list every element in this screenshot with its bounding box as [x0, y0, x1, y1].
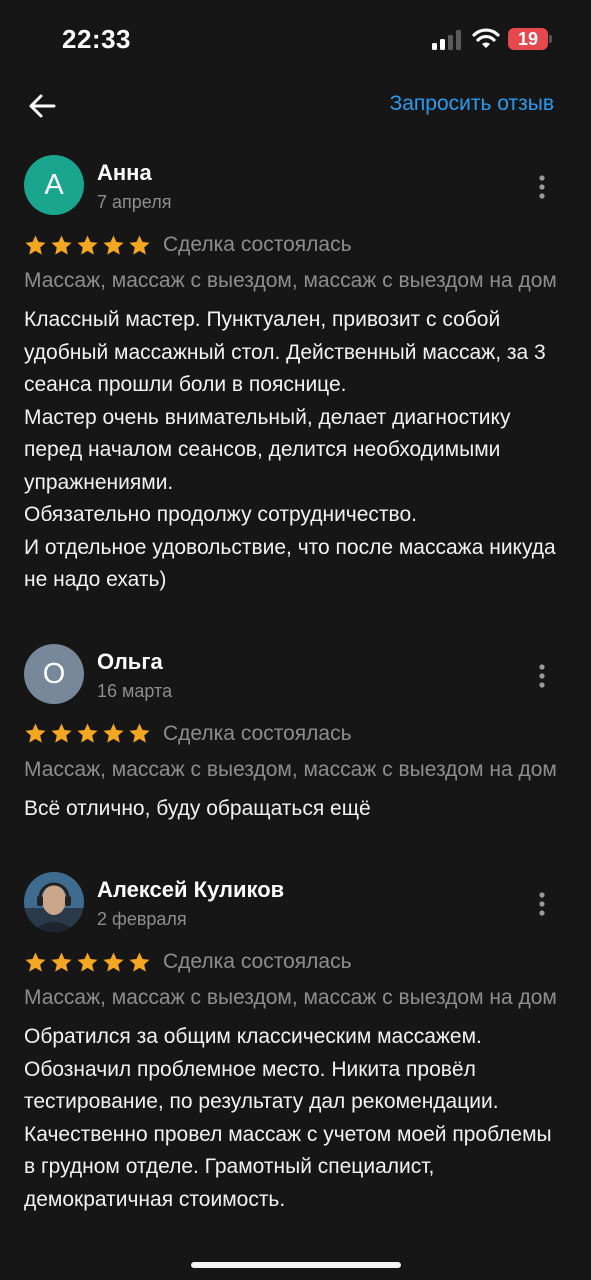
cellular-signal-icon	[432, 30, 461, 50]
rating-row: Сделка состоялась	[24, 719, 567, 749]
review-text: Классный мастер. Пунктуален, привозит с …	[24, 308, 556, 591]
star-icon	[129, 951, 150, 972]
star-icon	[51, 723, 72, 743]
star-rating	[24, 951, 151, 974]
author-name: Анна	[97, 160, 152, 185]
review-card: А Анна 7 апреля Сделка состоялась Массаж…	[0, 150, 591, 597]
person-photo-icon	[24, 872, 84, 932]
star-icon	[77, 723, 98, 743]
star-icon	[129, 723, 150, 743]
top-nav-bar: Запросить отзыв	[0, 80, 591, 134]
review-header: О Ольга 16 марта	[24, 639, 567, 704]
star-icon	[77, 234, 98, 255]
review-card: О Ольга 16 марта Сделка состоялась Масса…	[0, 639, 591, 826]
review-text: Всё отлично, буду обращаться ещё	[24, 796, 371, 820]
star-icon	[25, 723, 46, 743]
deal-status: Сделка состоялась	[163, 233, 352, 256]
more-options-icon[interactable]	[537, 174, 547, 200]
star-icon	[25, 951, 46, 972]
request-review-link[interactable]: Запросить отзыв	[390, 92, 554, 116]
star-icon	[51, 951, 72, 972]
star-icon	[103, 234, 124, 255]
avatar: А	[24, 155, 84, 215]
author-name: Ольга	[97, 648, 163, 674]
review-date: 7 апреля	[97, 192, 172, 212]
avatar: О	[24, 643, 84, 704]
star-icon	[103, 951, 124, 972]
services-list: Массаж, массаж с выездом, массаж с выезд…	[24, 757, 557, 781]
battery-tip	[549, 35, 552, 43]
deal-status: Сделка состоялась	[163, 950, 352, 973]
star-icon	[77, 951, 98, 972]
rating-row: Сделка состоялась	[24, 947, 567, 977]
wifi-icon	[472, 28, 500, 48]
review-date: 16 марта	[97, 680, 173, 701]
battery-level: 19	[508, 28, 548, 50]
services-list: Массаж, массаж с выездом, массаж с выезд…	[24, 986, 557, 1009]
more-options-icon[interactable]	[537, 663, 547, 689]
review-text: Обратился за общим классическим массажем…	[24, 1025, 552, 1211]
star-icon	[129, 234, 150, 255]
star-rating	[24, 234, 151, 257]
services-list: Массаж, массаж с выездом, массаж с выезд…	[24, 269, 557, 292]
deal-status: Сделка состоялась	[163, 721, 352, 745]
star-icon	[25, 234, 46, 255]
avatar-photo	[24, 872, 84, 932]
rating-row: Сделка состоялась	[24, 230, 567, 260]
review-header: А Анна 7 апреля	[24, 150, 567, 215]
star-rating	[24, 722, 151, 745]
star-icon	[103, 723, 124, 743]
star-icon	[51, 234, 72, 255]
home-indicator[interactable]	[191, 1262, 401, 1268]
status-bar: 22:33 19	[0, 0, 591, 80]
review-card: Алексей Куликов 2 февраля Сделка состоял…	[0, 867, 591, 1216]
reviews-list: А Анна 7 апреля Сделка состоялась Массаж…	[0, 150, 591, 1258]
arrow-left-icon[interactable]	[24, 88, 60, 124]
author-name: Алексей Куликов	[97, 877, 285, 902]
review-header: Алексей Куликов 2 февраля	[24, 867, 567, 932]
status-time: 22:33	[62, 24, 131, 54]
review-date: 2 февраля	[97, 909, 187, 929]
more-options-icon[interactable]	[537, 891, 547, 917]
